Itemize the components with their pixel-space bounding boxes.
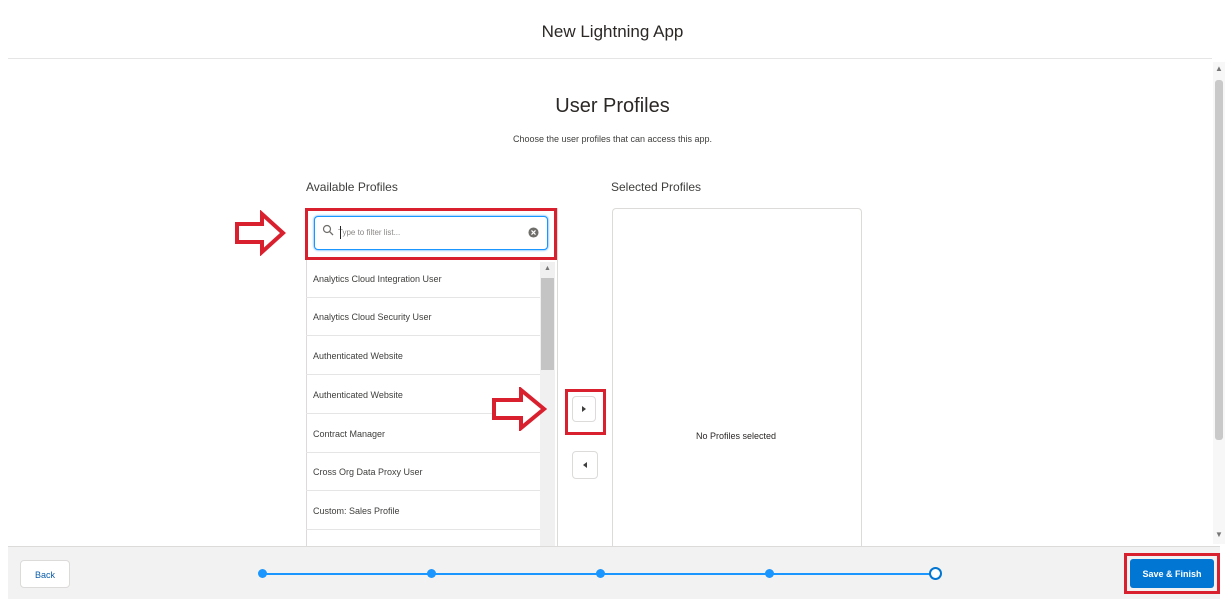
progress-step-5-current [929,567,942,580]
selected-profiles-label: Selected Profiles [611,180,702,194]
move-to-selected-button[interactable] [572,396,596,422]
back-button[interactable]: Back [20,560,70,588]
list-scroll-up-icon[interactable]: ▲ [541,264,554,274]
modal-title: New Lightning App [541,22,684,41]
section-subtitle: Choose the user profiles that can access… [512,134,713,144]
progress-step-2 [427,569,436,578]
header-divider [8,58,1212,59]
progress-step-4 [765,569,774,578]
chevron-right-icon [582,406,586,412]
section-title: User Profiles [555,95,670,117]
page-scroll-down-icon[interactable]: ▼ [1214,530,1224,540]
search-highlight-box [305,208,557,260]
empty-selection-text: No Profiles selected [695,431,777,441]
list-item[interactable]: Customer Community Login User [306,531,540,546]
progress-step-3 [596,569,605,578]
chevron-left-icon [583,462,587,468]
selected-profiles-listbox [612,208,862,547]
progress-step-1 [258,569,267,578]
callout-arrow-icon [492,387,547,431]
available-profiles-label: Available Profiles [306,180,398,194]
list-item[interactable]: Custom: Sales Profile [306,492,540,530]
callout-arrow-icon [235,210,286,256]
move-to-available-button[interactable] [572,451,598,479]
list-scroll-thumb[interactable] [541,278,554,370]
save-highlight-box [1124,553,1220,594]
list-item[interactable]: Analytics Cloud Security User [306,298,540,336]
list-item[interactable]: Cross Org Data Proxy User [306,453,540,491]
list-item[interactable]: Authenticated Website [306,337,540,375]
page-scroll-up-icon[interactable]: ▲ [1214,64,1224,74]
list-item[interactable]: Analytics Cloud Integration User [306,260,540,298]
